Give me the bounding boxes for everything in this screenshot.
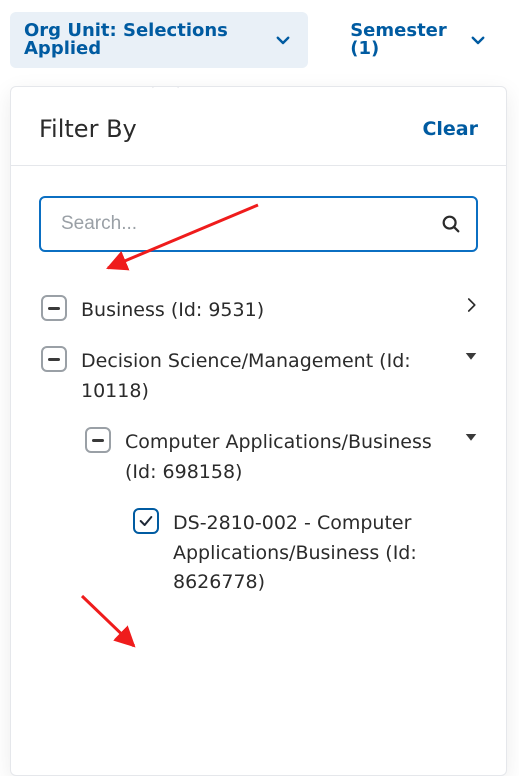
chevron-down-icon <box>469 31 487 49</box>
semester-chip[interactable]: Semester (1) <box>336 12 503 68</box>
checkbox-checked[interactable] <box>133 508 159 534</box>
search-field[interactable] <box>39 196 478 252</box>
filter-panel: Filter By Clear Business (Id: 9531) Deci… <box>10 86 507 776</box>
tree-node-ds-2810-002[interactable]: DS-2810-002 - Computer Applications/Busi… <box>37 497 484 607</box>
org-unit-chip-label: Org Unit: Selections Applied <box>24 22 262 58</box>
tree-node-decision-science[interactable]: Decision Science/Management (Id: 10118) <box>37 335 484 416</box>
filter-chips-row: Org Unit: Selections Applied Semester (1… <box>0 0 519 80</box>
checkbox-indeterminate[interactable] <box>85 427 111 453</box>
clear-button[interactable]: Clear <box>422 118 478 140</box>
chevron-down-icon[interactable] <box>462 428 480 446</box>
tree-node-computer-apps[interactable]: Computer Applications/Business (Id: 6981… <box>37 416 484 497</box>
org-unit-chip[interactable]: Org Unit: Selections Applied <box>10 12 308 68</box>
tree-node-label: Business (Id: 9531) <box>81 294 448 325</box>
chevron-down-icon[interactable] <box>462 347 480 365</box>
tree-node-label: Decision Science/Management (Id: 10118) <box>81 345 448 406</box>
tree-node-business[interactable]: Business (Id: 9531) <box>37 284 484 335</box>
chevron-right-icon[interactable] <box>462 296 480 314</box>
search-input[interactable] <box>59 212 440 236</box>
chevron-down-icon <box>274 31 292 49</box>
tree-node-label: DS-2810-002 - Computer Applications/Busi… <box>173 507 480 597</box>
search-icon <box>440 213 462 235</box>
semester-chip-label: Semester (1) <box>350 22 457 58</box>
panel-header: Filter By Clear <box>11 87 506 165</box>
checkbox-indeterminate[interactable] <box>41 295 67 321</box>
checkbox-indeterminate[interactable] <box>41 346 67 372</box>
search-wrap <box>11 166 506 260</box>
panel-title: Filter By <box>39 115 137 143</box>
org-unit-tree: Business (Id: 9531) Decision Science/Man… <box>11 260 506 618</box>
tree-node-label: Computer Applications/Business (Id: 6981… <box>125 426 448 487</box>
